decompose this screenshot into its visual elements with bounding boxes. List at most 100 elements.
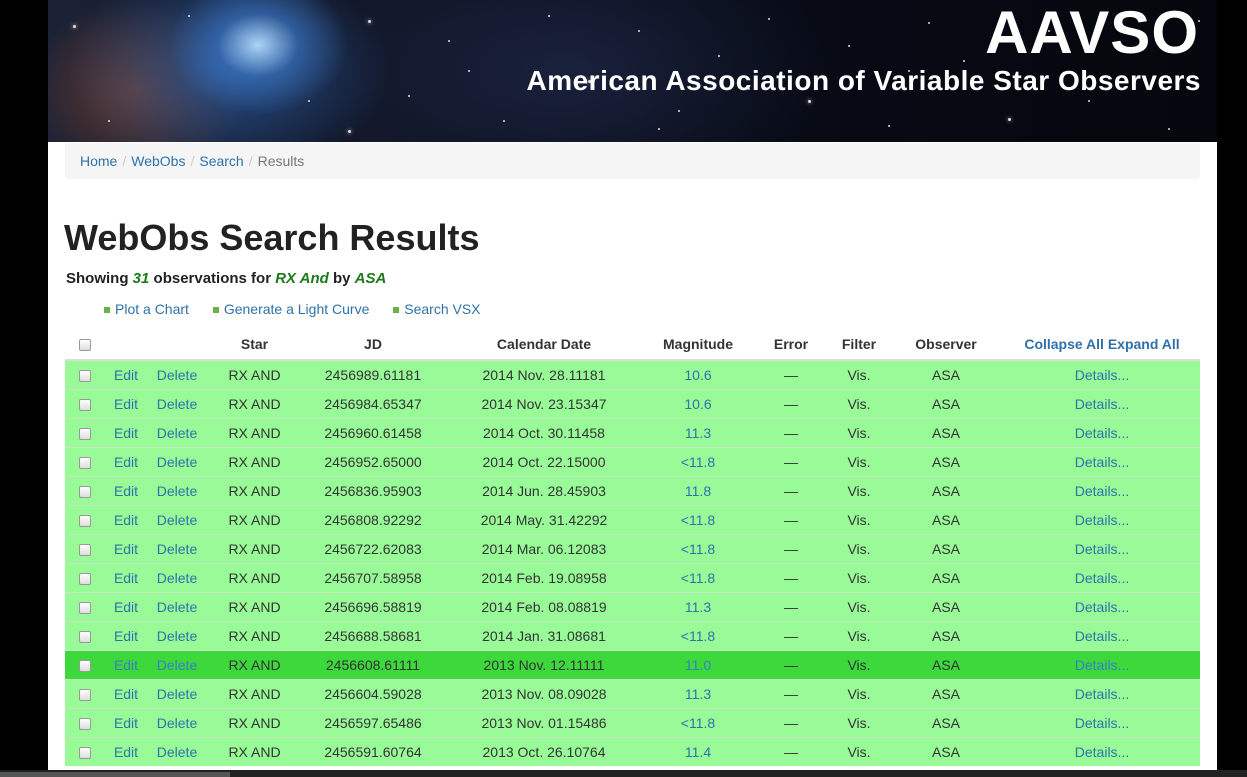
row-checkbox[interactable] [79,428,91,441]
row-checkbox[interactable] [79,544,91,557]
details-link[interactable]: Details... [1075,454,1129,470]
cell-magnitude[interactable]: 11.3 [685,599,711,615]
cell-magnitude[interactable]: 11.3 [685,686,711,702]
site-logo[interactable]: AAVSO [985,2,1199,64]
cell-magnitude[interactable]: <11.8 [681,570,715,586]
header-observer[interactable]: Observer [888,328,1004,361]
horizontal-scrollbar[interactable] [0,770,1247,777]
details-link[interactable]: Details... [1075,483,1129,499]
cell-calendar-date: 2014 Feb. 19.08958 [481,570,607,586]
delete-link[interactable]: Delete [157,454,197,470]
delete-link[interactable]: Delete [157,715,197,731]
breadcrumb-home[interactable]: Home [80,153,117,169]
cell-error: — [784,715,798,731]
details-link[interactable]: Details... [1075,425,1129,441]
delete-link[interactable]: Delete [157,396,197,412]
edit-link[interactable]: Edit [114,396,138,412]
header-star[interactable]: Star [207,328,302,361]
row-checkbox[interactable] [79,399,91,412]
edit-link[interactable]: Edit [114,541,138,557]
edit-link[interactable]: Edit [114,715,138,731]
row-checkbox[interactable] [79,631,91,644]
edit-link[interactable]: Edit [114,454,138,470]
details-link[interactable]: Details... [1075,628,1129,644]
edit-link[interactable]: Edit [114,512,138,528]
edit-link[interactable]: Edit [114,425,138,441]
edit-link[interactable]: Edit [114,483,138,499]
cell-magnitude[interactable]: <11.8 [681,628,715,644]
edit-link[interactable]: Edit [114,570,138,586]
cell-magnitude[interactable]: <11.8 [681,541,715,557]
delete-link[interactable]: Delete [157,425,197,441]
delete-link[interactable]: Delete [157,744,197,760]
scrollbar-thumb[interactable] [0,772,230,777]
row-checkbox[interactable] [79,457,91,470]
search-vsx-link[interactable]: Search VSX [404,301,480,317]
details-link[interactable]: Details... [1075,367,1129,383]
table-header-row: Star JD Calendar Date Magnitude Error Fi… [65,328,1200,361]
details-link[interactable]: Details... [1075,686,1129,702]
details-link[interactable]: Details... [1075,512,1129,528]
row-checkbox[interactable] [79,486,91,499]
edit-link[interactable]: Edit [114,744,138,760]
details-link[interactable]: Details... [1075,570,1129,586]
cell-filter: Vis. [847,628,871,644]
edit-link[interactable]: Edit [114,367,138,383]
select-all-checkbox[interactable] [79,338,91,351]
cell-jd: 2456952.65000 [324,454,422,470]
cell-magnitude[interactable]: 11.4 [685,744,711,760]
collapse-all-link[interactable]: Collapse All [1024,336,1104,352]
header-filter[interactable]: Filter [830,328,888,361]
edit-link[interactable]: Edit [114,599,138,615]
cell-magnitude[interactable]: 10.6 [684,367,711,383]
edit-link[interactable]: Edit [114,628,138,644]
row-checkbox[interactable] [79,573,91,586]
header-jd[interactable]: JD [302,328,444,361]
details-link[interactable]: Details... [1075,541,1129,557]
cell-magnitude[interactable]: <11.8 [681,715,715,731]
header-magnitude[interactable]: Magnitude [644,328,752,361]
row-checkbox[interactable] [79,602,91,615]
cell-observer: ASA [931,570,960,586]
breadcrumb-webobs[interactable]: WebObs [131,153,185,169]
cell-error: — [784,657,798,673]
edit-link[interactable]: Edit [114,657,138,673]
cell-magnitude[interactable]: <11.8 [681,512,715,528]
plot-chart-link[interactable]: Plot a Chart [115,301,189,317]
cell-magnitude[interactable]: 10.6 [684,396,711,412]
breadcrumb-search[interactable]: Search [199,153,243,169]
cell-magnitude[interactable]: 11.8 [685,483,711,499]
delete-link[interactable]: Delete [157,367,197,383]
details-link[interactable]: Details... [1075,396,1129,412]
row-checkbox[interactable] [79,689,91,702]
light-curve-link[interactable]: Generate a Light Curve [224,301,370,317]
header-error[interactable]: Error [752,328,830,361]
delete-link[interactable]: Delete [157,686,197,702]
row-checkbox[interactable] [79,660,91,673]
details-link[interactable]: Details... [1075,744,1129,760]
delete-link[interactable]: Delete [157,570,197,586]
row-checkbox[interactable] [79,718,91,731]
details-link[interactable]: Details... [1075,715,1129,731]
delete-link[interactable]: Delete [157,541,197,557]
row-checkbox[interactable] [79,515,91,528]
cell-magnitude[interactable]: 11.0 [685,657,711,673]
header-calendar-date[interactable]: Calendar Date [444,328,644,361]
delete-link[interactable]: Delete [157,628,197,644]
edit-link[interactable]: Edit [114,686,138,702]
details-link[interactable]: Details... [1075,599,1129,615]
cell-magnitude[interactable]: 11.3 [685,425,711,441]
cell-jd: 2456707.58958 [324,570,422,586]
delete-link[interactable]: Delete [157,657,197,673]
expand-all-link[interactable]: Expand All [1108,336,1180,352]
cell-magnitude[interactable]: <11.8 [681,454,715,470]
cell-star: RX AND [228,396,281,412]
cell-filter: Vis. [847,396,871,412]
row-checkbox[interactable] [79,370,91,383]
cell-observer: ASA [931,599,960,615]
details-link[interactable]: Details... [1075,657,1129,673]
delete-link[interactable]: Delete [157,483,197,499]
delete-link[interactable]: Delete [157,599,197,615]
row-checkbox[interactable] [79,747,91,760]
delete-link[interactable]: Delete [157,512,197,528]
